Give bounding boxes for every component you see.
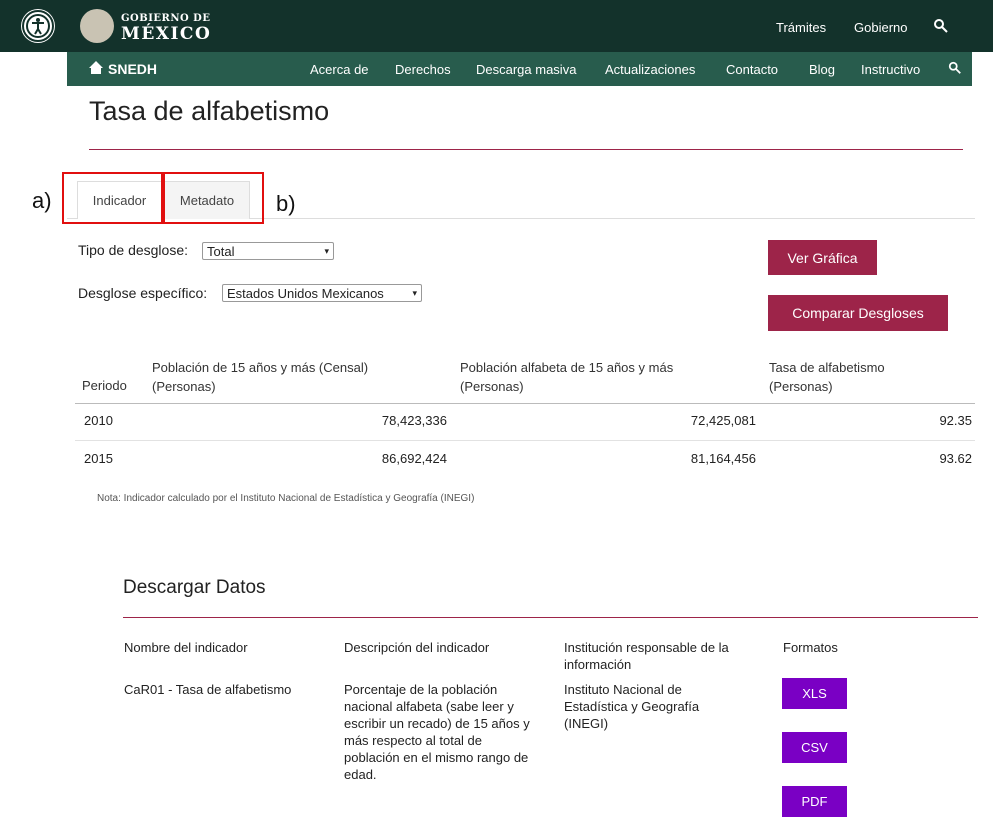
accessibility-button[interactable] xyxy=(22,10,54,42)
download-header-descripcion: Descripción del indicador xyxy=(344,640,490,655)
download-header-nombre: Nombre del indicador xyxy=(124,640,248,655)
brand-snedh[interactable]: SNEDH xyxy=(108,61,157,77)
table-cell: 72,425,081 xyxy=(690,413,756,428)
table-row-divider xyxy=(75,440,975,441)
nav-derechos[interactable]: Derechos xyxy=(395,62,451,77)
desglose-value: Total xyxy=(207,243,235,259)
accessibility-icon xyxy=(26,14,50,38)
especifico-value: Estados Unidos Mexicanos xyxy=(227,285,384,301)
download-header-institucion: Institución responsable de la informació… xyxy=(564,640,729,672)
table-cell: 2010 xyxy=(84,413,113,428)
table-cell: 81,164,456 xyxy=(690,451,756,466)
download-title: Descargar Datos xyxy=(123,577,266,598)
table-header-alfabeta: Población alfabeta de 15 años y más (Per… xyxy=(460,360,674,394)
annotation-box-b xyxy=(161,172,264,224)
download-xls-button[interactable]: XLS xyxy=(782,678,847,709)
link-tramites[interactable]: Trámites xyxy=(776,20,826,35)
page-title: Tasa de alfabetismo xyxy=(89,96,330,126)
download-csv-button[interactable]: CSV xyxy=(782,732,847,763)
table-cell: 86,692,424 xyxy=(381,451,447,466)
indicator-description: Porcentaje de la población nacional alfa… xyxy=(344,682,530,782)
download-pdf-button[interactable]: PDF xyxy=(782,786,847,817)
home-icon[interactable] xyxy=(88,60,104,80)
nav-actualizaciones[interactable]: Actualizaciones xyxy=(605,62,695,77)
indicator-name: CaR01 - Tasa de alfabetismo xyxy=(124,682,292,697)
nav-acerca[interactable]: Acerca de xyxy=(310,62,369,77)
annotation-box-a xyxy=(62,172,165,224)
download-divider xyxy=(123,617,978,618)
nav-instructivo[interactable]: Instructivo xyxy=(861,62,920,77)
especifico-label: Desglose específico: xyxy=(78,285,208,301)
table-cell: 92.35 xyxy=(939,413,972,428)
desglose-label: Tipo de desglose: xyxy=(78,242,188,258)
download-header-formatos: Formatos xyxy=(783,640,838,655)
gobierno-seal-logo[interactable] xyxy=(80,9,114,43)
nav-descarga[interactable]: Descarga masiva xyxy=(476,62,576,77)
nav-blog[interactable]: Blog xyxy=(809,62,835,77)
desglose-select[interactable]: Total ▾ xyxy=(202,242,334,260)
table-cell: 78,423,336 xyxy=(381,413,447,428)
nav-contacto[interactable]: Contacto xyxy=(726,62,778,77)
logo-text-big[interactable]: MÉXICO xyxy=(121,24,211,44)
table-header-divider xyxy=(75,403,975,404)
especifico-select[interactable]: Estados Unidos Mexicanos ▾ xyxy=(222,284,422,302)
table-cell: 93.62 xyxy=(939,451,972,466)
nav-search-icon[interactable] xyxy=(948,61,962,80)
table-header-poblacion: Población de 15 años y más (Censal) (Per… xyxy=(152,360,369,394)
table-header-tasa: Tasa de alfabetismo (Personas) xyxy=(769,360,885,394)
table-cell: 2015 xyxy=(84,451,113,466)
comparar-desgloses-button[interactable]: Comparar Desgloses xyxy=(768,295,948,331)
annotation-label-b: b) xyxy=(276,191,296,216)
indicator-institution: Instituto Nacional de Estadística y Geog… xyxy=(564,682,700,731)
annotation-label-a: a) xyxy=(32,188,52,213)
table-note: Nota: Indicador calculado por el Institu… xyxy=(97,493,475,504)
ver-grafica-button[interactable]: Ver Gráfica xyxy=(768,240,877,275)
title-divider xyxy=(89,149,963,150)
table-header-periodo: Periodo xyxy=(82,378,127,393)
chevron-down-icon: ▾ xyxy=(412,287,417,298)
logo-text-small[interactable]: GOBIERNO DE xyxy=(121,13,210,24)
chevron-down-icon: ▾ xyxy=(324,245,329,256)
link-gobierno[interactable]: Gobierno xyxy=(854,20,907,35)
search-icon[interactable] xyxy=(933,18,949,39)
